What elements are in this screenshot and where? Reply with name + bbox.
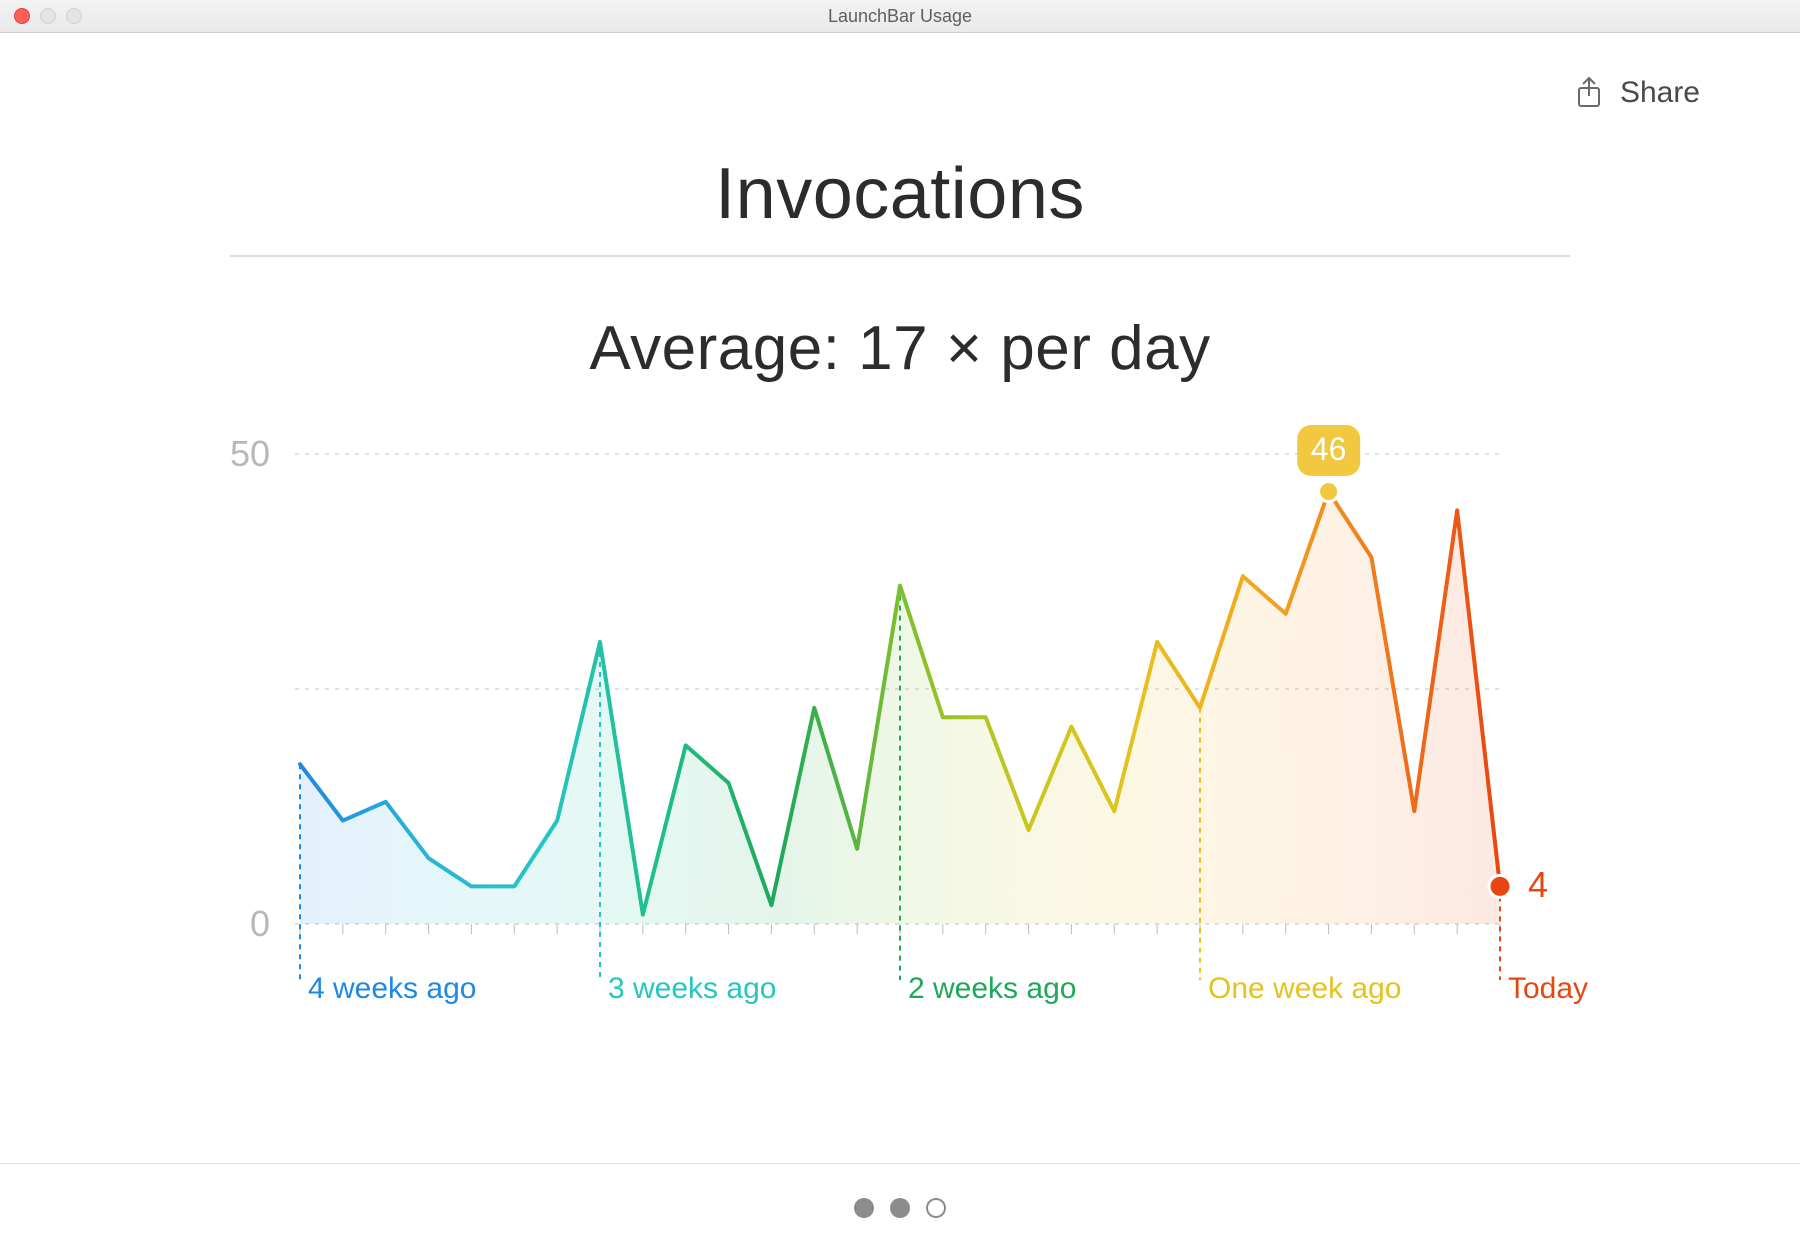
page-dot-2[interactable] (890, 1198, 910, 1218)
max-value-callout: 46 (1297, 425, 1361, 476)
title-divider (230, 255, 1570, 257)
average-subtitle: Average: 17 × per day (0, 313, 1800, 384)
bottom-divider (0, 1163, 1800, 1164)
window-minimize-button[interactable] (40, 8, 56, 24)
x-tick-label: Today (1508, 924, 1588, 1006)
y-tick-label: 50 (230, 433, 300, 475)
page-dots (0, 1198, 1800, 1218)
window-title: LaunchBar Usage (828, 6, 972, 27)
share-label: Share (1620, 76, 1700, 110)
page-dot-3[interactable] (926, 1198, 946, 1218)
share-icon (1576, 76, 1602, 110)
chart-canvas (300, 454, 1500, 924)
page-title: Invocations (0, 153, 1800, 235)
page-dot-1[interactable] (854, 1198, 874, 1218)
invocations-line-chart: 4640504 weeks ago3 weeks ago2 weeks agoO… (300, 454, 1500, 924)
window-close-button[interactable] (14, 8, 30, 24)
traffic-lights (14, 8, 82, 24)
y-tick-label: 0 (250, 903, 300, 945)
window-zoom-button[interactable] (66, 8, 82, 24)
x-tick-label: 4 weeks ago (308, 924, 476, 1006)
x-tick-label: 2 weeks ago (908, 924, 1076, 1006)
window-titlebar: LaunchBar Usage (0, 0, 1800, 33)
share-button[interactable]: Share (1576, 76, 1700, 110)
x-tick-label: 3 weeks ago (608, 924, 776, 1006)
today-value-label: 4 (1528, 864, 1548, 906)
x-tick-label: One week ago (1208, 924, 1401, 1006)
